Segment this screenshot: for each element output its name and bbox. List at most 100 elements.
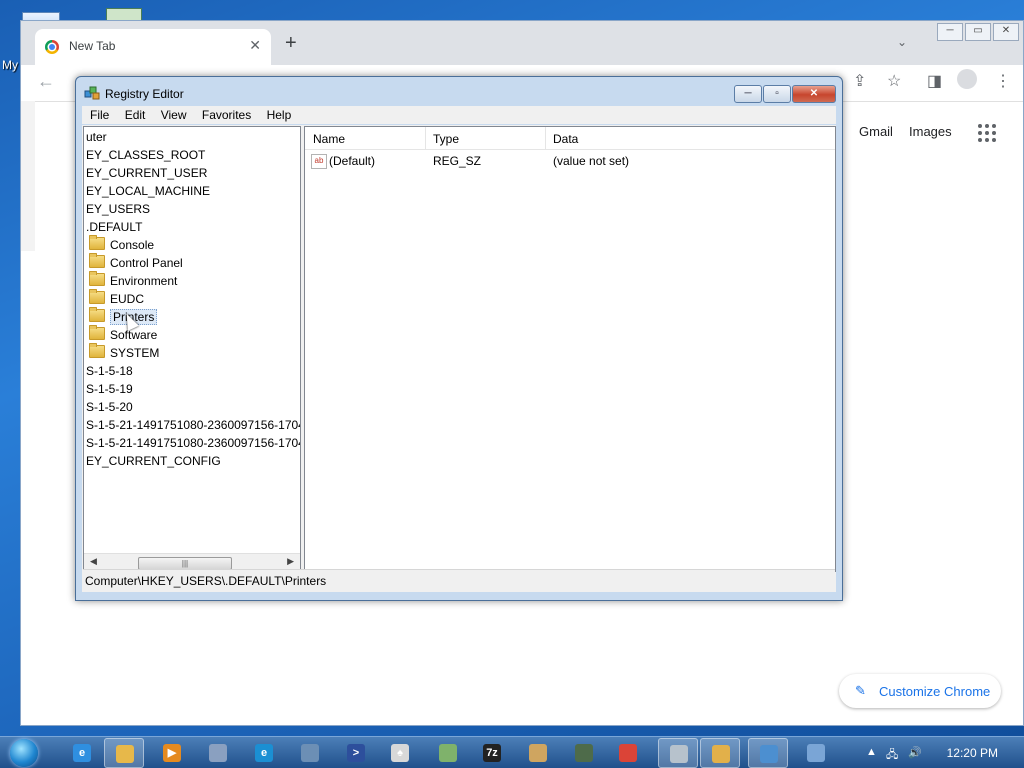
tree-node[interactable]: S-1-5-21-1491751080-2360097156-17042	[86, 434, 301, 452]
share-icon[interactable]: ⇪	[853, 71, 866, 91]
tree-node-label: S-1-5-21-1491751080-2360097156-17042	[86, 436, 301, 450]
title-bar[interactable]: Registry Editor ─ ▫ ✕	[76, 77, 842, 105]
taskbar-notepad-doc[interactable]	[198, 738, 238, 768]
value-row[interactable]: ab (Default) REG_SZ (value not set)	[305, 151, 835, 171]
tree-node[interactable]: EY_CURRENT_CONFIG	[86, 452, 221, 470]
column-name[interactable]: Name	[313, 132, 345, 146]
tree-node[interactable]: EY_CURRENT_USER	[86, 164, 207, 182]
taskbar-regedit[interactable]	[748, 738, 788, 768]
tree-node[interactable]: S-1-5-18	[86, 362, 133, 380]
folder-icon	[89, 235, 105, 250]
menu-edit[interactable]: Edit	[125, 106, 146, 124]
clock[interactable]: 12:20 PM	[947, 746, 998, 760]
close-button[interactable]: ✕	[792, 85, 836, 103]
new-tab-button[interactable]: +	[285, 33, 297, 53]
tree-node[interactable]: .DEFAULT	[86, 218, 142, 236]
tree-node[interactable]: EUDC	[86, 289, 144, 308]
taskbar-clock-app[interactable]	[658, 738, 698, 768]
tree-node-label: S-1-5-20	[86, 400, 133, 414]
tree-node-label: uter	[86, 130, 107, 144]
taskbar-media-player[interactable]: ▶	[152, 738, 192, 768]
tree-node[interactable]: S-1-5-21-1491751080-2360097156-17042	[86, 416, 301, 434]
taskbar-network[interactable]	[290, 738, 330, 768]
network-icon[interactable]: 🖧	[886, 746, 898, 765]
side-panel-icon[interactable]: ◨	[927, 71, 942, 91]
clock-app-icon	[670, 745, 688, 763]
taskbar-paint[interactable]	[518, 738, 558, 768]
chrome-icon	[45, 40, 59, 54]
more-menu-icon[interactable]: ⋮	[995, 71, 1011, 91]
minimize-button[interactable]: ─	[734, 85, 762, 103]
tree-node-label: Software	[110, 328, 158, 342]
taskbar-notepad[interactable]	[428, 738, 468, 768]
notepad-icon	[439, 744, 457, 762]
show-hidden-icons-icon[interactable]: ▲	[866, 746, 877, 758]
customize-chrome-button[interactable]: ✎ Customize Chrome	[839, 674, 1001, 708]
chrome-window-controls: ─ ▭ ✕	[935, 23, 1019, 41]
tree-node[interactable]: EY_LOCAL_MACHINE	[86, 182, 210, 200]
tree-node-label: SYSTEM	[110, 346, 160, 360]
menu-view[interactable]: View	[161, 106, 187, 124]
explorer-icon	[116, 745, 134, 763]
registry-editor-window: Registry Editor ─ ▫ ✕ File Edit View Fav…	[75, 76, 843, 601]
taskbar-control-panel[interactable]	[700, 738, 740, 768]
tree-node[interactable]: Software	[86, 325, 158, 344]
folder-icon	[89, 343, 105, 358]
tree-node[interactable]: S-1-5-19	[86, 380, 133, 398]
tree-node[interactable]: S-1-5-20	[86, 398, 133, 416]
media-player-icon: ▶	[163, 744, 181, 762]
window-title: Registry Editor	[105, 87, 184, 101]
tree-node[interactable]: Environment	[86, 271, 177, 290]
regedit-body: uter EY_CLASSES_ROOT EY_CURRENT_USER EY_LOC…	[82, 125, 836, 592]
maximize-button[interactable]: ▭	[965, 23, 991, 41]
tree-node[interactable]: uter	[86, 128, 107, 146]
folder-icon	[89, 307, 105, 322]
taskbar-7zip[interactable]: 7z	[472, 738, 512, 768]
tree-node[interactable]: EY_USERS	[86, 200, 150, 218]
profile-avatar-icon[interactable]	[957, 69, 977, 89]
taskbar-explorer[interactable]	[104, 738, 144, 768]
values-list[interactable]: Name Type Data ab (Default) REG_SZ (valu…	[304, 126, 836, 572]
scroll-right-icon[interactable]: ▶	[287, 556, 294, 567]
images-link[interactable]: Images	[909, 124, 952, 139]
taskbar-ie[interactable]: e	[62, 738, 102, 768]
scroll-left-icon[interactable]: ◀	[90, 556, 97, 567]
taskbar-terminal[interactable]	[564, 738, 604, 768]
tree-node[interactable]: Console	[86, 235, 154, 254]
close-tab-icon[interactable]: ✕	[249, 37, 261, 54]
tree-node[interactable]: SYSTEM	[86, 343, 160, 362]
value-type: REG_SZ	[433, 154, 482, 168]
key-tree[interactable]: uter EY_CLASSES_ROOT EY_CURRENT_USER EY_LOC…	[83, 126, 301, 572]
tree-node-label: S-1-5-21-1491751080-2360097156-17042	[86, 418, 301, 432]
taskbar-powershell[interactable]: >	[336, 738, 376, 768]
tree-node[interactable]: EY_CLASSES_ROOT	[86, 146, 205, 164]
start-button[interactable]	[6, 737, 42, 768]
google-apps-icon[interactable]	[978, 124, 996, 142]
tab-new-tab[interactable]: New Tab ✕	[35, 29, 271, 65]
volume-icon[interactable]: 🔊	[908, 746, 922, 759]
taskbar-chrome[interactable]	[608, 738, 648, 768]
taskbar-edge[interactable]: e	[244, 738, 284, 768]
tree-node-label: .DEFAULT	[86, 220, 143, 234]
tree-node-label: EY_USERS	[86, 202, 151, 216]
maximize-button[interactable]: ▫	[763, 85, 791, 103]
menu-favorites[interactable]: Favorites	[202, 106, 251, 124]
folder-icon	[89, 271, 105, 286]
regedit-icon	[760, 745, 778, 763]
tab-search-icon[interactable]: ⌄	[897, 35, 907, 49]
column-type[interactable]: Type	[433, 132, 459, 146]
powershell-icon: >	[347, 744, 365, 762]
close-button[interactable]: ✕	[993, 23, 1019, 41]
minimize-button[interactable]: ─	[937, 23, 963, 41]
menu-file[interactable]: File	[90, 106, 109, 124]
tree-node[interactable]: Control Panel	[86, 253, 183, 272]
tree-node-label: EY_CLASSES_ROOT	[86, 148, 206, 162]
gmail-link[interactable]: Gmail	[859, 124, 893, 139]
taskbar-remote[interactable]	[796, 738, 836, 768]
menu-help[interactable]: Help	[267, 106, 292, 124]
column-data[interactable]: Data	[553, 132, 578, 146]
back-arrow-icon[interactable]: ←	[37, 71, 55, 92]
bookmark-star-icon[interactable]: ☆	[887, 71, 901, 91]
folder-icon	[89, 325, 105, 340]
taskbar-solitaire[interactable]: ♠	[380, 738, 420, 768]
